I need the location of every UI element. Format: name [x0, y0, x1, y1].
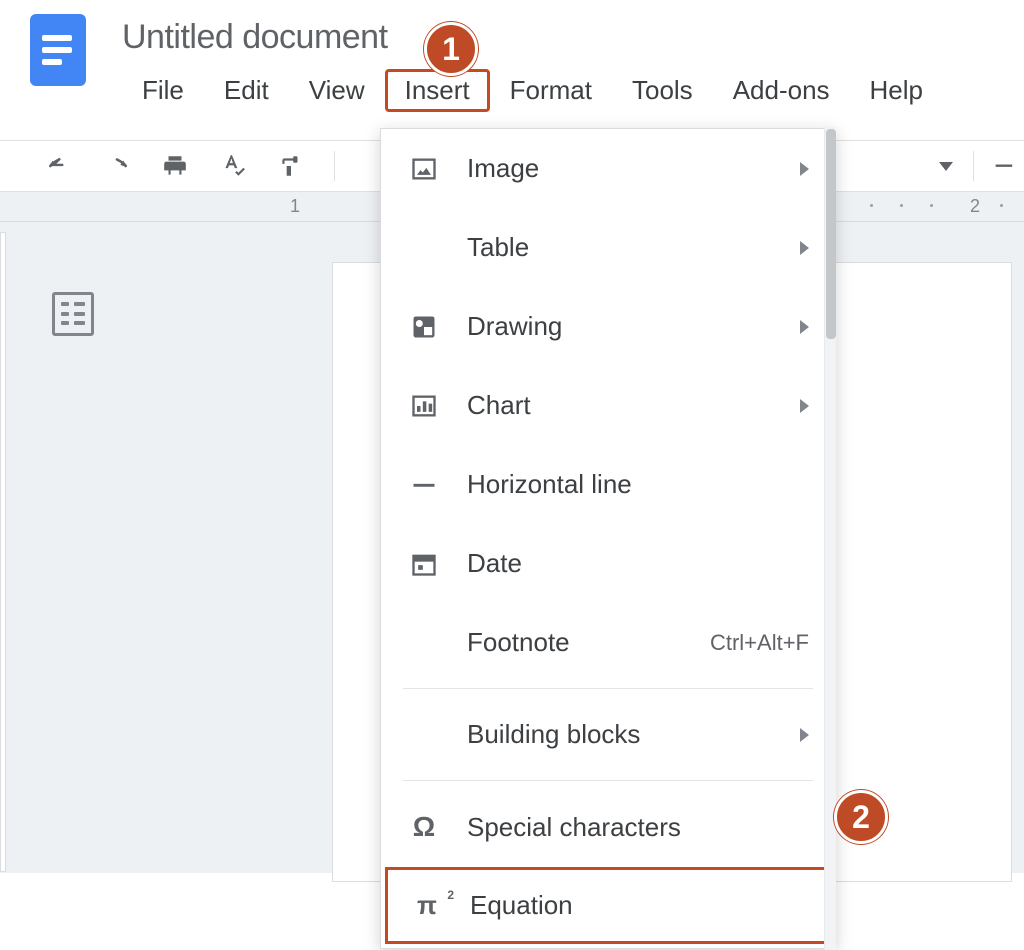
menu-separator: [403, 780, 813, 781]
menu-separator: [403, 688, 813, 689]
menu-item-label: Horizontal line: [467, 469, 809, 500]
print-icon[interactable]: [160, 151, 190, 181]
insert-dropdown: Image Table Drawing Chart Horizontal lin…: [380, 128, 836, 949]
toolbar-separator: [973, 151, 974, 181]
annotation-badge-1: 1: [424, 22, 478, 76]
annotation-badge-2: 2: [834, 790, 888, 844]
menu-item-building-blocks[interactable]: Building blocks: [381, 695, 835, 774]
ruler-mark: 1: [290, 196, 300, 217]
pi-icon: π2: [410, 890, 444, 921]
image-icon: [407, 155, 441, 183]
menu-insert[interactable]: Insert: [385, 69, 490, 112]
outline-icon[interactable]: [52, 292, 94, 336]
menu-item-label: Footnote: [467, 627, 684, 658]
submenu-arrow-icon: [800, 728, 809, 742]
menu-item-special-characters[interactable]: Ω Special characters: [381, 787, 835, 867]
menu-item-label: Image: [467, 153, 774, 184]
dropdown-caret-icon[interactable]: [939, 162, 953, 171]
undo-icon[interactable]: [44, 151, 74, 181]
menu-edit[interactable]: Edit: [204, 69, 289, 112]
submenu-arrow-icon: [800, 162, 809, 176]
menu-item-image[interactable]: Image: [381, 129, 835, 208]
menu-item-horizontal-line[interactable]: Horizontal line: [381, 445, 835, 524]
drawing-icon: [407, 313, 441, 341]
menu-item-table[interactable]: Table: [381, 208, 835, 287]
horizontal-line-icon: [407, 471, 441, 499]
menu-view[interactable]: View: [289, 69, 385, 112]
calendar-icon: [407, 550, 441, 578]
menu-item-label: Building blocks: [467, 719, 774, 750]
paint-format-icon[interactable]: [276, 151, 306, 181]
menu-addons[interactable]: Add-ons: [713, 69, 850, 112]
menu-item-date[interactable]: Date: [381, 524, 835, 603]
menu-item-label: Special characters: [467, 812, 809, 843]
menu-item-equation[interactable]: π2 Equation: [385, 867, 831, 944]
menu-item-label: Chart: [467, 390, 774, 421]
submenu-arrow-icon: [800, 241, 809, 255]
toolbar-separator: [334, 151, 335, 181]
zoom-out-icon[interactable]: −: [994, 147, 1014, 186]
document-title[interactable]: Untitled document: [122, 14, 943, 63]
dropdown-scrollbar[interactable]: [824, 127, 836, 950]
submenu-arrow-icon: [800, 399, 809, 413]
menu-item-footnote[interactable]: Footnote Ctrl+Alt+F: [381, 603, 835, 682]
menu-item-shortcut: Ctrl+Alt+F: [710, 630, 809, 656]
menu-format[interactable]: Format: [490, 69, 612, 112]
menu-item-chart[interactable]: Chart: [381, 366, 835, 445]
menubar: File Edit View Insert Format Tools Add-o…: [122, 69, 943, 112]
menu-item-label: Equation: [470, 890, 806, 921]
omega-icon: Ω: [407, 811, 441, 843]
ruler-mark: 2: [970, 196, 980, 217]
menu-item-label: Date: [467, 548, 809, 579]
menu-item-drawing[interactable]: Drawing: [381, 287, 835, 366]
menu-help[interactable]: Help: [850, 69, 943, 112]
menu-file[interactable]: File: [122, 69, 204, 112]
submenu-arrow-icon: [800, 320, 809, 334]
page-edge: [0, 232, 6, 872]
spellcheck-icon[interactable]: [218, 151, 248, 181]
chart-icon: [407, 392, 441, 420]
menu-item-label: Table: [467, 232, 774, 263]
menu-tools[interactable]: Tools: [612, 69, 713, 112]
docs-logo-icon[interactable]: [30, 14, 86, 86]
menu-item-label: Drawing: [467, 311, 774, 342]
header: Untitled document File Edit View Insert …: [0, 0, 1024, 112]
redo-icon[interactable]: [102, 151, 132, 181]
title-area: Untitled document File Edit View Insert …: [122, 14, 943, 112]
